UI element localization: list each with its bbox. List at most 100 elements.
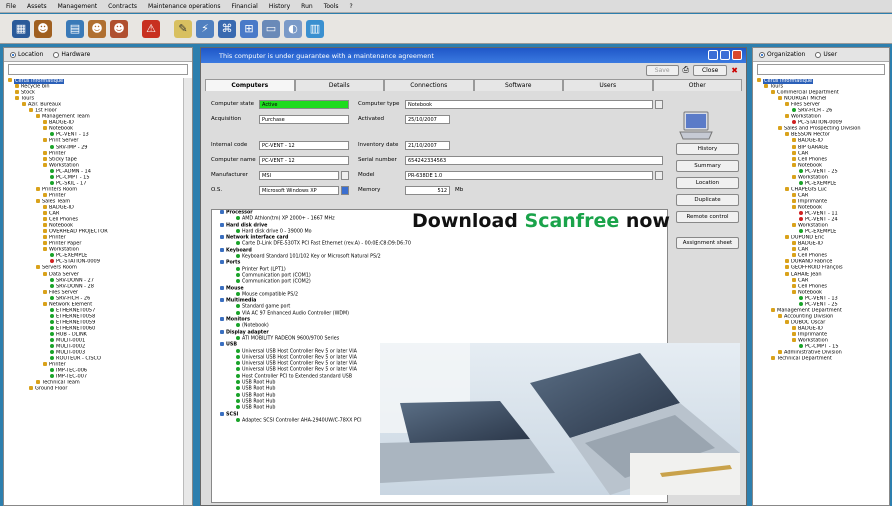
print-icon[interactable]: ⎙ (683, 65, 689, 75)
menu-item[interactable]: Run (301, 3, 313, 10)
tab-software[interactable]: Software (473, 79, 563, 91)
device-icon (236, 304, 240, 309)
menu-item[interactable]: Contracts (108, 3, 137, 10)
tab-connections[interactable]: Connections (384, 79, 474, 91)
menu-item[interactable]: Maintenance operations (148, 3, 220, 10)
tab-details[interactable]: Details (294, 79, 384, 91)
tree-item-label: Commercial Department (777, 90, 839, 96)
document-icon[interactable]: ▤ (66, 19, 84, 38)
tree-item-label: Workstation (798, 223, 828, 229)
save-button[interactable]: Save (645, 64, 679, 76)
os-field[interactable]: Microsoft Windows XP (259, 186, 339, 195)
left-scrollbar[interactable] (183, 78, 192, 505)
menu-item[interactable]: File (6, 3, 16, 10)
stats-icon[interactable]: ▥ (306, 19, 324, 38)
status-dot-icon (50, 331, 54, 336)
manufacturer-select[interactable]: MSI (259, 171, 339, 180)
tab-other[interactable]: Other (652, 79, 742, 91)
status-dot-icon (50, 174, 54, 179)
organization-option[interactable]: Organization (759, 51, 805, 58)
computer-name-field[interactable]: PC-VENT - 12 (259, 156, 349, 165)
tree-item-label: Workstation (798, 174, 828, 181)
tab-users[interactable]: Users (563, 79, 653, 91)
tree-item-label: Cell Phones (798, 156, 828, 163)
notes-icon[interactable]: ✎ (174, 19, 192, 38)
computer-icon[interactable]: ▭ (262, 19, 280, 38)
tree-item-label: LAHAIE Jean (791, 271, 822, 277)
folder-icon (785, 259, 789, 264)
computer-type-select[interactable]: Notebook (405, 100, 653, 109)
menu-item[interactable]: History (269, 3, 290, 10)
model-select[interactable]: PR-638DE 1.0 (405, 171, 653, 180)
memory-field[interactable]: 512 (405, 186, 450, 195)
folder-icon (792, 150, 796, 155)
menu-item[interactable]: Assets (27, 3, 47, 10)
assignment-sheet-button[interactable]: Assignment sheet (676, 237, 739, 249)
summary-button[interactable]: Summary (676, 160, 739, 172)
user-alt-icon[interactable]: ☻ (110, 19, 128, 38)
tree-item-label: PC-VENT - 13 (56, 132, 89, 138)
warning-icon[interactable]: ⚠ (142, 19, 160, 38)
tree-item-label: Imprimante (798, 331, 828, 338)
tree-item[interactable]: Ground Floor (8, 386, 182, 392)
history-button[interactable]: History (676, 143, 739, 155)
activated-date-field[interactable]: 25/10/2007 (405, 115, 450, 124)
folder-icon (29, 108, 33, 113)
location-button[interactable]: Location (676, 177, 739, 189)
internal-code-field[interactable]: PC-VENT - 12 (259, 141, 349, 150)
duplicate-button[interactable]: Duplicate (676, 194, 739, 206)
folder-icon (15, 96, 19, 101)
hierarchy-icon[interactable]: ⊞ (240, 19, 258, 38)
folder-icon (43, 126, 47, 131)
inventory-date-field[interactable]: 21/10/2007 (405, 141, 450, 150)
user-option[interactable]: User (815, 51, 837, 58)
network-icon[interactable]: ⌘ (218, 19, 236, 38)
user-icon[interactable]: ☻ (88, 19, 106, 38)
tree-item-label: Cell Phones (798, 253, 828, 259)
tree-item-label: SRV-DONN - 28 (56, 283, 94, 290)
hardware-option[interactable]: Hardware (53, 51, 90, 58)
hardware-label: (Notebook) (242, 323, 269, 329)
maximize-icon[interactable] (720, 50, 730, 60)
tree-item-label: Ground Floor (35, 386, 68, 392)
menu-item[interactable]: Management (58, 3, 98, 10)
computer-name-label: Computer name (211, 157, 256, 163)
left-search-input[interactable] (8, 64, 188, 75)
menu-item[interactable]: ? (349, 3, 352, 10)
menu-item[interactable]: Tools (324, 3, 339, 10)
assets-icon[interactable]: ▦ (12, 19, 30, 38)
location-option[interactable]: Location (10, 51, 43, 58)
minimize-icon[interactable] (708, 50, 718, 60)
close-button[interactable]: Close (692, 64, 728, 76)
close-small-icon[interactable]: ✖ (731, 66, 738, 75)
right-panel: Organization User Cerus Informatique Tour… (752, 47, 890, 506)
os-info-icon[interactable] (341, 186, 349, 195)
acquisition-select[interactable]: Purchase (259, 115, 349, 124)
computer-state-field[interactable]: Active (259, 100, 349, 109)
menu-item[interactable]: Financial (232, 3, 258, 10)
remote-control-button[interactable]: Remote control (676, 211, 739, 223)
category-icon (220, 329, 224, 334)
tree-item-label: PC-STATION-0009 (56, 259, 100, 265)
tree-item-label: Notebook (798, 204, 823, 211)
status-dot-icon (50, 283, 54, 288)
right-search-input[interactable] (757, 64, 885, 75)
folder-icon (792, 331, 796, 336)
people-icon[interactable]: ☻ (34, 19, 52, 38)
category-icon (220, 210, 224, 214)
folder-icon (15, 90, 19, 95)
tree-item-label: ETHERNET0058 (56, 313, 96, 320)
tab-computers[interactable]: Computers (205, 79, 295, 91)
mouse-icon[interactable]: ◐ (284, 19, 302, 38)
hardware-label: SCSI (226, 412, 239, 417)
model-more-button[interactable] (655, 171, 663, 180)
serial-number-field[interactable]: 654242334563 (405, 156, 663, 165)
close-icon[interactable] (732, 50, 742, 60)
manufacturer-more-button[interactable] (341, 171, 349, 180)
plug-icon[interactable]: ⚡ (196, 19, 214, 38)
tree-item[interactable]: Technical Department (757, 356, 879, 362)
tree-item-label: Administrative Division (784, 350, 842, 356)
folder-icon (43, 271, 47, 276)
status-dot-icon (50, 259, 54, 264)
computer-type-more-button[interactable] (655, 100, 663, 109)
